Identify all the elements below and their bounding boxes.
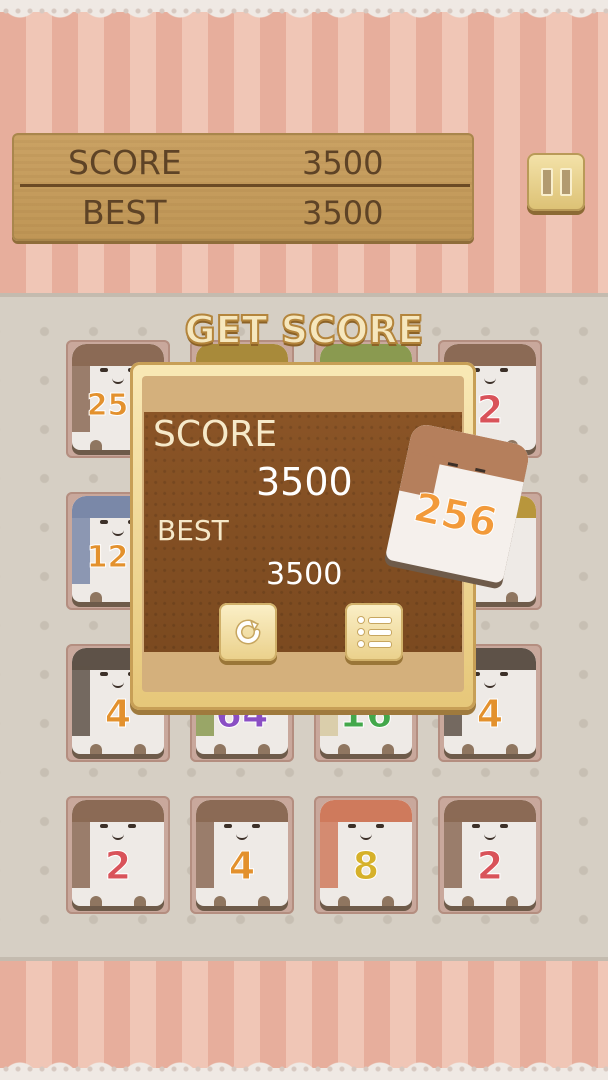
new-tile-number: 256 — [409, 484, 501, 547]
tile-number: 8 — [352, 844, 380, 889]
cat-paw-icon — [506, 744, 518, 754]
board-tile: 2 — [438, 796, 542, 914]
cat-paw-icon — [382, 744, 394, 754]
cat-paw-icon — [90, 440, 102, 450]
best-label: BEST — [82, 193, 167, 232]
board-tile: 4 — [190, 796, 294, 914]
best-value: 3500 — [302, 194, 384, 232]
tile-number: 4 — [228, 844, 256, 889]
board-tile: 8 — [314, 796, 418, 914]
get-score-title: GET SCORE — [183, 307, 424, 353]
cat-paw-icon — [258, 744, 270, 754]
cat-tile: 8 — [320, 800, 412, 906]
cat-paw-icon — [134, 896, 146, 906]
cat-paw-icon — [338, 744, 350, 754]
dialog-score-label: SCORE — [153, 414, 278, 455]
cat-tile: 2 — [444, 800, 536, 906]
tile-number: 2 — [476, 844, 504, 889]
dialog-score-value: 3500 — [256, 460, 353, 504]
score-divider — [20, 184, 470, 187]
cat-paw-icon — [258, 896, 270, 906]
cat-paw-icon — [506, 896, 518, 906]
ranking-button[interactable] — [345, 603, 403, 661]
cat-paw-icon — [90, 896, 102, 906]
cat-tile: 2 — [72, 800, 164, 906]
cat-paw-icon — [214, 896, 226, 906]
cat-paw-icon — [382, 896, 394, 906]
cat-eye-icon — [100, 824, 108, 828]
pause-icon — [540, 168, 553, 196]
cat-eye-icon — [100, 520, 108, 524]
dialog-best-label: BEST — [157, 514, 229, 547]
cat-paw-icon — [90, 744, 102, 754]
bottom-lace-border — [0, 1032, 608, 1080]
score-label: SCORE — [68, 143, 182, 182]
restart-button[interactable] — [219, 603, 277, 661]
cat-paw-icon — [338, 896, 350, 906]
cat-eye-icon — [224, 824, 232, 828]
score-value: 3500 — [302, 144, 384, 182]
tile-number: 2 — [104, 844, 132, 889]
cat-eye-icon — [348, 824, 356, 828]
cat-paw-icon — [462, 896, 474, 906]
restart-icon — [235, 619, 261, 645]
cat-eye-icon — [100, 368, 108, 372]
cat-eye-icon — [100, 672, 108, 676]
pause-button[interactable] — [527, 153, 585, 211]
cat-tile: 4 — [196, 800, 288, 906]
cat-paw-icon — [506, 592, 518, 602]
dialog-best-value: 3500 — [266, 557, 343, 592]
board-tile: 2 — [66, 796, 170, 914]
list-icon — [357, 617, 391, 647]
top-lace-border — [0, 0, 608, 48]
cat-paw-icon — [134, 744, 146, 754]
cat-paw-icon — [90, 592, 102, 602]
cat-paw-icon — [214, 744, 226, 754]
cat-eye-icon — [472, 824, 480, 828]
cat-paw-icon — [462, 744, 474, 754]
